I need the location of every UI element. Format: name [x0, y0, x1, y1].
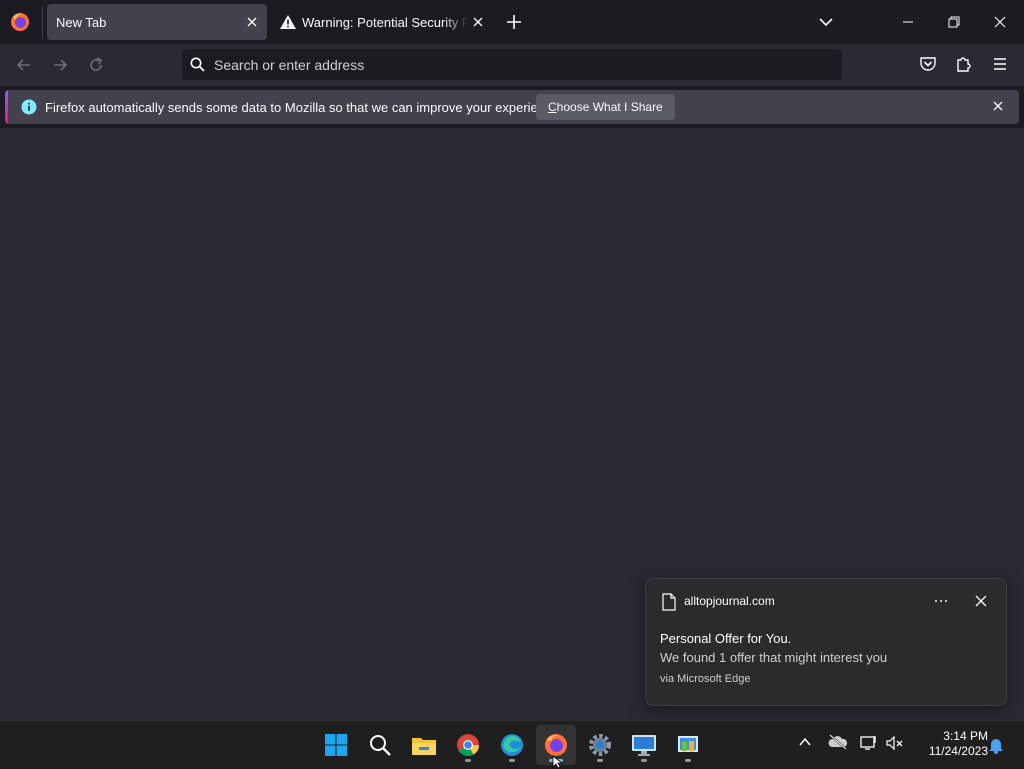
- mouse-cursor-icon: [552, 755, 564, 769]
- new-tab-plus-icon[interactable]: [505, 13, 523, 31]
- minimize-button[interactable]: [885, 0, 931, 44]
- chevron-up-icon[interactable]: [798, 735, 812, 749]
- restore-icon: [948, 16, 960, 28]
- tab-new-tab[interactable]: New Tab: [47, 4, 267, 40]
- running-indicator: [509, 759, 515, 762]
- clock-time: 3:14 PM: [943, 729, 988, 743]
- close-icon[interactable]: [973, 593, 989, 609]
- minimize-icon: [903, 21, 913, 23]
- taskbar-chrome[interactable]: [448, 725, 488, 765]
- pocket-icon[interactable]: [919, 55, 937, 73]
- system-clock[interactable]: 3:14 PM 11/24/2023: [912, 729, 988, 759]
- chevron-down-icon[interactable]: [817, 14, 835, 30]
- close-icon: [994, 16, 1006, 28]
- tab-title: New Tab: [56, 15, 107, 30]
- button-access-key: C: [548, 100, 557, 114]
- document-icon: [662, 593, 676, 611]
- toast-body: We found 1 offer that might interest you: [660, 650, 888, 665]
- running-indicator: [685, 759, 691, 762]
- network-icon[interactable]: [860, 735, 878, 751]
- firefox-icon: [545, 734, 567, 756]
- close-tab-icon[interactable]: [470, 14, 486, 30]
- tab-security-warning[interactable]: Warning: Potential Security Risk Ahead: [272, 4, 490, 40]
- close-icon[interactable]: [991, 99, 1005, 113]
- hamburger-menu-icon[interactable]: [991, 55, 1009, 73]
- toast-title: Personal Offer for You.: [660, 631, 792, 646]
- edge-notification-toast[interactable]: alltopjournal.com Personal Offer for You…: [645, 578, 1007, 706]
- edge-icon: [501, 734, 523, 756]
- chrome-icon: [457, 734, 479, 756]
- notification-accent: [5, 90, 8, 124]
- toast-source: via Microsoft Edge: [660, 673, 751, 685]
- data-collection-notification: Firefox automatically sends some data to…: [5, 90, 1019, 124]
- firefox-menu-icon[interactable]: [10, 12, 30, 32]
- search-icon: [190, 57, 205, 72]
- tab-title: Warning: Potential Security Risk Ahead: [302, 15, 468, 30]
- onedrive-offline-icon[interactable]: [828, 734, 848, 750]
- taskbar-settings[interactable]: [580, 725, 620, 765]
- notification-bell-icon[interactable]: [988, 736, 1004, 754]
- close-window-button[interactable]: [977, 0, 1023, 44]
- running-indicator: [465, 759, 471, 762]
- forward-arrow-icon[interactable]: [50, 55, 70, 75]
- volume-muted-icon[interactable]: [886, 735, 904, 751]
- restore-button[interactable]: [931, 0, 977, 44]
- taskbar-edge[interactable]: [492, 725, 532, 765]
- toast-site: alltopjournal.com: [684, 594, 775, 608]
- taskbar-control-panel[interactable]: [668, 725, 708, 765]
- start-button[interactable]: [316, 725, 356, 765]
- notification-message: Firefox automatically sends some data to…: [45, 100, 563, 115]
- reload-icon[interactable]: [86, 55, 106, 75]
- search-icon: [370, 735, 391, 756]
- button-label: hoose What I Share: [556, 100, 663, 114]
- extensions-puzzle-icon[interactable]: [955, 55, 973, 73]
- address-input[interactable]: [214, 49, 834, 80]
- control-panel-icon: [678, 736, 698, 752]
- running-indicator: [641, 759, 647, 762]
- back-arrow-icon[interactable]: [14, 55, 34, 75]
- choose-what-i-share-button[interactable]: Choose What I Share: [536, 94, 675, 120]
- info-icon: [21, 99, 37, 115]
- taskbar: 3:14 PM 11/24/2023: [0, 720, 1024, 768]
- address-bar[interactable]: [182, 49, 842, 80]
- more-options-icon[interactable]: [932, 593, 950, 609]
- close-tab-icon[interactable]: [244, 14, 260, 30]
- clock-date: 11/24/2023: [928, 744, 988, 758]
- warning-icon: [280, 15, 296, 29]
- taskbar-file-explorer[interactable]: [404, 725, 444, 765]
- settings-icon: [589, 734, 611, 756]
- tab-separator: [42, 6, 43, 40]
- file-explorer-icon: [412, 738, 436, 755]
- start-icon: [325, 734, 347, 756]
- taskbar-search-button[interactable]: [360, 725, 400, 765]
- tab-strip: New Tab Warning: Potential Security Risk…: [0, 0, 1024, 44]
- taskbar-remote-desktop[interactable]: [624, 725, 664, 765]
- running-indicator: [597, 759, 603, 762]
- remote-desktop-icon: [632, 735, 656, 756]
